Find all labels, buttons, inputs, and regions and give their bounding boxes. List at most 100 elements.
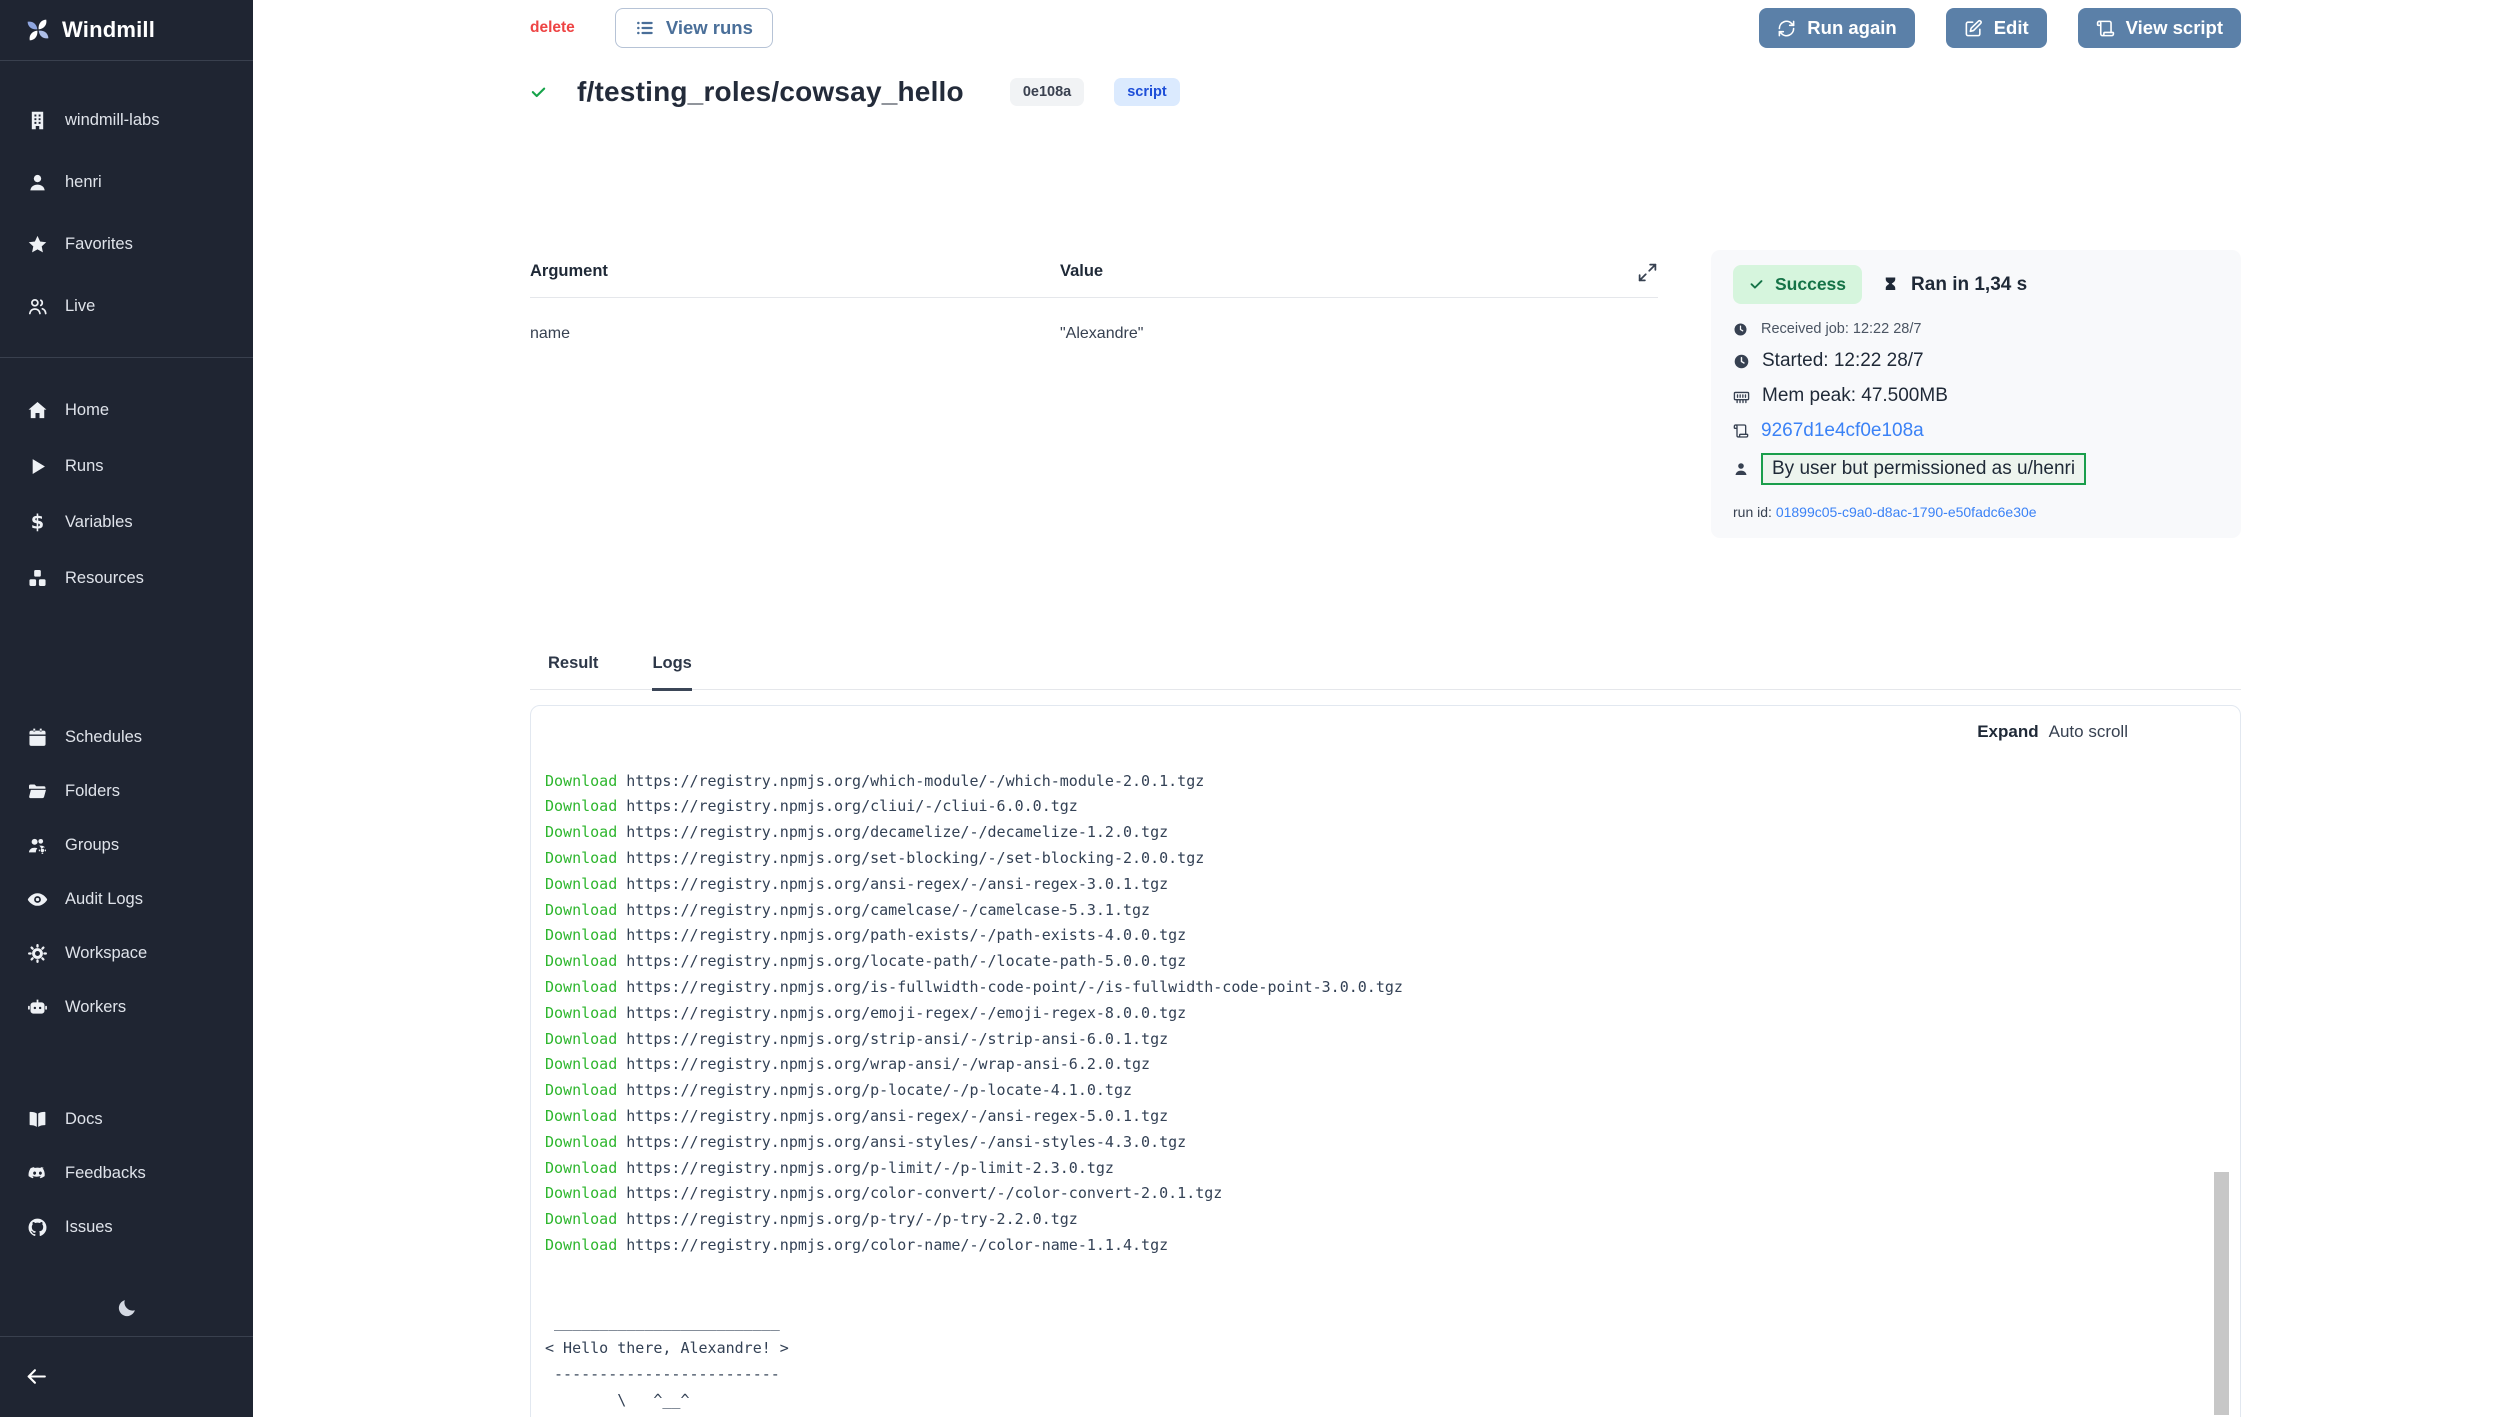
script-hash-link[interactable]: 9267d1e4cf0e108a [1761, 420, 1924, 442]
log-line: Download https://registry.npmjs.org/ansi… [545, 1130, 2240, 1156]
person-icon [1733, 461, 1749, 477]
boxes-icon [27, 568, 48, 589]
logs-scrollbar[interactable] [2214, 1172, 2229, 1415]
view-script-button[interactable]: View script [2078, 8, 2241, 48]
run-again-button[interactable]: Run again [1759, 8, 1914, 48]
hash-scroll-icon [1733, 423, 1749, 439]
sidebar-item-windmill-labs[interactable]: windmill-labs [0, 89, 253, 151]
view-script-label: View script [2126, 17, 2223, 39]
sidebar-item-henri[interactable]: henri [0, 151, 253, 213]
sidebar-item-label: Workspace [65, 944, 147, 963]
delete-button[interactable]: delete [530, 19, 575, 37]
main-content: delete View runs Run again Edit View scr… [253, 0, 2500, 1417]
expand-arguments-icon[interactable] [1637, 262, 1658, 283]
edit-button[interactable]: Edit [1946, 8, 2047, 48]
sidebar-item-folders[interactable]: Folders [0, 764, 253, 818]
windmill-logo-icon [25, 17, 51, 43]
sidebar-help-group: Docs Feedbacks Issues [0, 1092, 253, 1254]
log-line: Download https://registry.npmjs.org/whic… [545, 769, 2240, 795]
sidebar-item-resources[interactable]: Resources [0, 550, 253, 606]
sidebar-item-label: Home [65, 401, 109, 420]
autoscroll-toggle[interactable]: Auto scroll [2049, 722, 2128, 742]
collapse-sidebar-icon[interactable] [24, 1364, 49, 1389]
sidebar-item-workers[interactable]: Workers [0, 980, 253, 1034]
permission-row: By user but permissioned as u/henri [1733, 453, 2217, 485]
sidebar-item-label: Variables [65, 513, 133, 532]
expand-logs-button[interactable]: Expand [1977, 722, 2038, 742]
job-kind-badge: script [1114, 78, 1180, 106]
dark-mode-row [0, 1280, 253, 1336]
sidebar-item-variables[interactable]: $Variables [0, 494, 253, 550]
users-gear-icon [27, 835, 48, 856]
sidebar-item-runs[interactable]: Runs [0, 438, 253, 494]
arguments-table-header: Argument Value [530, 250, 1658, 298]
argument-row: name "Alexandre" [530, 298, 1658, 343]
arguments-table: Argument Value name "Alexandre" [530, 250, 1658, 538]
list-icon [635, 18, 655, 38]
title-row: f/testing_roles/cowsay_hello 0e108a scri… [530, 76, 1180, 108]
sidebar-item-label: Live [65, 297, 95, 316]
view-runs-label: View runs [666, 17, 753, 39]
tab-logs[interactable]: Logs [652, 654, 691, 691]
status-badge: Success [1733, 265, 1862, 304]
started-label: Started: 12:22 28/7 [1762, 350, 1924, 372]
log-line: Download https://registry.npmjs.org/colo… [545, 1233, 2240, 1259]
job-hash-badge[interactable]: 0e108a [1010, 78, 1084, 106]
sidebar-item-issues[interactable]: Issues [0, 1200, 253, 1254]
log-controls: Expand Auto scroll [1977, 722, 2128, 742]
sidebar-item-label: Groups [65, 836, 119, 855]
topbar: delete View runs Run again Edit View scr… [530, 8, 2241, 48]
gear-icon [27, 943, 48, 964]
log-line: Download https://registry.npmjs.org/p-li… [545, 1156, 2240, 1182]
log-body: Download https://registry.npmjs.org/whic… [531, 706, 2240, 1417]
logs-panel: Expand Auto scroll Download https://regi… [530, 705, 2241, 1417]
mem-row: Mem peak: 47.500MB [1733, 385, 2217, 407]
dark-mode-toggle-moon-icon[interactable] [116, 1297, 138, 1319]
log-line: Download https://registry.npmjs.org/ansi… [545, 1104, 2240, 1130]
duration-label: Ran in 1,34 s [1911, 274, 2027, 296]
clock-received-icon [1733, 322, 1748, 337]
sidebar-item-label: Audit Logs [65, 890, 143, 909]
run-again-label: Run again [1807, 17, 1896, 39]
clock-started-icon [1733, 353, 1750, 370]
sidebar-item-workspace[interactable]: Workspace [0, 926, 253, 980]
tab-result[interactable]: Result [548, 654, 598, 689]
hash-row: 9267d1e4cf0e108a [1733, 420, 2217, 442]
log-line: Download https://registry.npmjs.org/colo… [545, 1181, 2240, 1207]
discord-icon [27, 1163, 48, 1184]
run-id-row: run id: 01899c05-c9a0-d8ac-1790-e50fadc6… [1733, 504, 2217, 520]
log-line: Download https://registry.npmjs.org/deca… [545, 820, 2240, 846]
sidebar-item-groups[interactable]: Groups [0, 818, 253, 872]
memory-chip-icon [1733, 388, 1750, 405]
view-runs-button[interactable]: View runs [615, 8, 773, 48]
sidebar: Windmill windmill-labshenriFavorites Live… [0, 0, 253, 1417]
cowsay-output: _________________________ < Hello there,… [545, 1310, 2240, 1417]
log-line: Download https://registry.npmjs.org/wrap… [545, 1052, 2240, 1078]
play-icon [27, 456, 48, 477]
sidebar-item-feedbacks[interactable]: Feedbacks [0, 1146, 253, 1200]
sidebar-item-schedules[interactable]: Schedules [0, 710, 253, 764]
hourglass-icon [1882, 276, 1899, 293]
sidebar-item-home[interactable]: Home [0, 382, 253, 438]
log-line: Download https://registry.npmjs.org/ansi… [545, 872, 2240, 898]
app-logo[interactable]: Windmill [0, 0, 253, 61]
sidebar-item-favorites[interactable]: Favorites [0, 213, 253, 275]
sidebar-admin-group: SchedulesFolders Groups Audit Logs Workspac… [0, 710, 253, 1034]
sidebar-item-live[interactable]: Live [0, 275, 253, 337]
folder-icon [27, 781, 48, 802]
run-id-label: run id: [1733, 504, 1776, 520]
status-header-row: Success Ran in 1,34 s [1733, 265, 2217, 304]
sidebar-item-label: Runs [65, 457, 104, 476]
robot-icon [27, 997, 48, 1018]
refresh-icon [1777, 19, 1796, 38]
github-icon [27, 1217, 48, 1238]
user-icon [27, 172, 48, 193]
log-line: Download https://registry.npmjs.org/path… [545, 923, 2240, 949]
sidebar-item-audit-logs[interactable]: Audit Logs [0, 872, 253, 926]
sidebar-workspace-group: windmill-labshenriFavorites Live [0, 89, 253, 337]
sidebar-item-docs[interactable]: Docs [0, 1092, 253, 1146]
run-id-link[interactable]: 01899c05-c9a0-d8ac-1790-e50fadc6e30e [1776, 504, 2037, 520]
sidebar-divider [0, 357, 253, 358]
argument-value: "Alexandre" [1060, 325, 1658, 343]
sidebar-item-label: Feedbacks [65, 1164, 146, 1183]
